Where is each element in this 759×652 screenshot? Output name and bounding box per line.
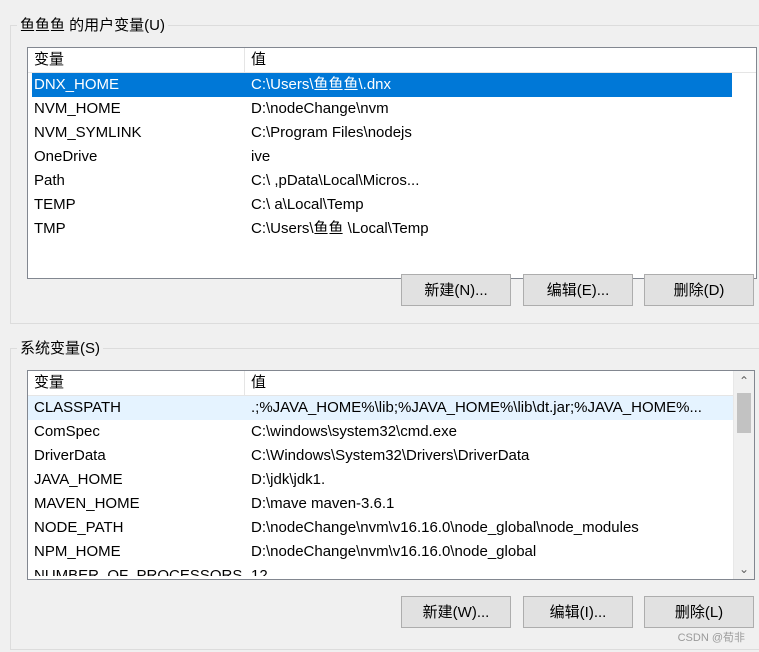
system-list-scrollbar[interactable]: ⌃ ⌄ [733, 371, 754, 579]
var-name: JAVA_HOME [34, 471, 123, 488]
var-name: Path [34, 172, 65, 189]
user-var-row-path[interactable]: Path C:\ ,pData\Local\Micros... [28, 169, 756, 193]
var-name: MAVEN_HOME [34, 495, 140, 512]
var-name: NVM_HOME [34, 100, 121, 117]
system-edit-button[interactable]: 编辑(I)... [523, 596, 633, 628]
var-name: DNX_HOME [34, 76, 120, 93]
var-value: C:\windows\system32\cmd.exe [251, 423, 457, 440]
var-name: OneDrive [34, 148, 98, 165]
system-var-row-node-path[interactable]: NODE_PATH D:\nodeChange\nvm\v16.16.0\nod… [28, 516, 754, 540]
system-var-row-number-of-processors[interactable]: NUMBER_OF_PROCESSORS 12 [28, 564, 754, 576]
var-value: C:\Program Files\nodejs [251, 124, 412, 141]
user-var-row-dnx-home[interactable]: DNX_HOME C:\Users\鱼鱼鱼\.dnx [32, 73, 732, 97]
var-value: D:\nodeChange\nvm\v16.16.0\node_global [251, 543, 537, 560]
scroll-up-icon[interactable]: ⌃ [734, 371, 754, 391]
var-value: C:\ a\Local\Temp [251, 196, 364, 213]
scroll-thumb[interactable] [737, 393, 751, 433]
column-header-value[interactable]: 值 [251, 371, 266, 395]
var-value: 12 [251, 567, 268, 576]
user-variables-list[interactable]: 变量 值 DNX_HOME C:\Users\鱼鱼鱼\.dnx NVM_HOME… [27, 47, 757, 279]
var-name: ComSpec [34, 423, 100, 440]
var-value: C:\Users\鱼鱼 \Local\Temp [251, 220, 429, 237]
column-header-name[interactable]: 变量 [34, 48, 64, 72]
var-value: C:\ ,pData\Local\Micros... [251, 172, 420, 189]
scroll-down-icon[interactable]: ⌄ [734, 559, 754, 579]
column-header-value[interactable]: 值 [251, 48, 266, 72]
var-name: NPM_HOME [34, 543, 121, 560]
user-var-row-temp[interactable]: TEMP C:\ a\Local\Temp [28, 193, 756, 217]
var-value: .;%JAVA_HOME%\lib;%JAVA_HOME%\lib\dt.jar… [251, 399, 702, 416]
user-var-row-nvm-home[interactable]: NVM_HOME D:\nodeChange\nvm [28, 97, 756, 121]
system-var-row-npm-home[interactable]: NPM_HOME D:\nodeChange\nvm\v16.16.0\node… [28, 540, 754, 564]
system-var-row-maven-home[interactable]: MAVEN_HOME D:\mave maven-3.6.1 [28, 492, 754, 516]
user-new-button[interactable]: 新建(N)... [401, 274, 511, 306]
var-value: ive [251, 148, 271, 165]
var-value: C:\Users\鱼鱼鱼\.dnx [251, 76, 392, 93]
system-new-button[interactable]: 新建(W)... [401, 596, 511, 628]
system-var-row-comspec[interactable]: ComSpec C:\windows\system32\cmd.exe [28, 420, 754, 444]
system-variables-list[interactable]: 变量 值 CLASSPATH .;%JAVA_HOME%\lib;%JAVA_H… [27, 370, 755, 580]
column-separator[interactable] [244, 371, 245, 395]
var-name: NODE_PATH [34, 519, 124, 536]
watermark: CSDN @荀非 [677, 632, 745, 644]
column-separator[interactable] [244, 48, 245, 72]
system-variables-title: 系统变量(S) [17, 339, 103, 359]
user-var-row-tmp[interactable]: TMP C:\Users\鱼鱼 \Local\Temp [28, 217, 756, 241]
column-header-name[interactable]: 变量 [34, 371, 64, 395]
user-var-row-onedrive[interactable]: OneDrive ive [28, 145, 756, 169]
user-variables-group: 鱼鱼鱼 的用户变量(U) 变量 值 DNX_HOME C:\Users\鱼鱼鱼\… [10, 16, 759, 324]
user-var-row-nvm-symlink[interactable]: NVM_SYMLINK C:\Program Files\nodejs [28, 121, 756, 145]
var-name: NUMBER_OF_PROCESSORS [34, 567, 243, 576]
var-value: D:\jdk\jdk1. [251, 471, 326, 488]
system-variables-group: 系统变量(S) 变量 值 CLASSPATH .;%JAVA_HOME%\lib… [10, 339, 759, 650]
var-value: D:\mave maven-3.6.1 [251, 495, 395, 512]
var-name: DriverData [34, 447, 106, 464]
var-name: CLASSPATH [34, 399, 121, 416]
system-delete-button[interactable]: 删除(L) [644, 596, 754, 628]
var-value: C:\Windows\System32\Drivers\DriverData [251, 447, 530, 464]
system-var-row-classpath[interactable]: CLASSPATH .;%JAVA_HOME%\lib;%JAVA_HOME%\… [28, 396, 734, 420]
user-edit-button[interactable]: 编辑(E)... [523, 274, 633, 306]
user-variables-title: 鱼鱼鱼 的用户变量(U) [17, 16, 168, 36]
user-delete-button[interactable]: 删除(D) [644, 274, 754, 306]
var-name: TMP [34, 220, 66, 237]
var-value: D:\nodeChange\nvm\v16.16.0\node_global\n… [251, 519, 639, 536]
user-list-header: 变量 值 [28, 48, 756, 73]
system-var-row-driverdata[interactable]: DriverData C:\Windows\System32\Drivers\D… [28, 444, 754, 468]
system-var-row-java-home[interactable]: JAVA_HOME D:\jdk\jdk1. [28, 468, 754, 492]
var-name: NVM_SYMLINK [34, 124, 142, 141]
system-list-header: 变量 值 [28, 371, 734, 396]
var-value: D:\nodeChange\nvm [251, 100, 389, 117]
var-name: TEMP [34, 196, 76, 213]
